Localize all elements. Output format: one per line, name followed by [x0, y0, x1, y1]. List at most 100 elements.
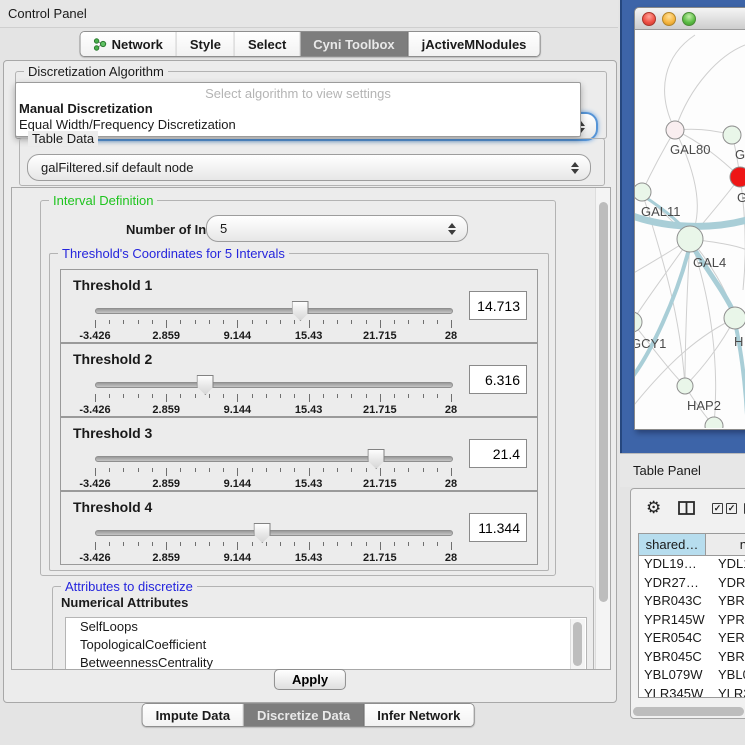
tick-mark [380, 468, 381, 476]
slider-track[interactable] [95, 530, 453, 536]
network-canvas[interactable]: GAL80GAGGAL11GAL4GCY1HHAP2 [635, 30, 745, 428]
tick-mark [423, 542, 424, 546]
table-row[interactable]: YBR045CYBR045C [639, 649, 745, 668]
dropdown-option-equal-width-frequency-discretization[interactable]: Equal Width/Frequency Discretization [19, 117, 236, 132]
network-node-label: GA [735, 147, 745, 162]
apply-button[interactable]: Apply [274, 669, 346, 690]
table-row[interactable]: YLR345WYLR345W [639, 686, 745, 699]
tick-mark [309, 394, 310, 402]
tick-mark [95, 320, 96, 328]
tick-mark [209, 542, 210, 546]
slider-thumb[interactable] [292, 301, 309, 321]
number-of-intervals-combobox[interactable]: 5 [206, 215, 468, 242]
checkbox-icon[interactable]: ✓ [726, 503, 737, 514]
tick-label: 9.144 [224, 552, 252, 564]
network-node-gal4[interactable] [677, 226, 703, 252]
tick-mark [95, 542, 96, 550]
network-node-gal11[interactable] [635, 183, 651, 201]
threshold-value-field[interactable] [469, 439, 527, 468]
checkbox-icon[interactable]: ✓ [712, 503, 723, 514]
threshold-slider[interactable]: -3.4262.8599.14415.4321.71528 [95, 303, 451, 335]
network-window-titlebar[interactable] [635, 8, 745, 30]
network-node-gal80[interactable] [666, 121, 684, 139]
numerical-attributes-list[interactable]: SelfLoopsTopologicalCoefficientBetweenne… [65, 617, 587, 670]
threshold-panel-1: Threshold 1-3.4262.8599.14415.4321.71528 [60, 269, 538, 343]
network-node-hap2[interactable] [677, 378, 693, 394]
attribute-item-topologicalcoefficient[interactable]: TopologicalCoefficient [66, 636, 586, 654]
tick-mark [109, 394, 110, 398]
column-header-name[interactable]: name [706, 534, 745, 555]
mac-close-button[interactable] [642, 12, 656, 26]
tick-mark [109, 468, 110, 472]
slider-thumb[interactable] [197, 375, 214, 395]
column-split-icon[interactable] [678, 501, 695, 515]
slider-track[interactable] [95, 308, 453, 314]
pane-scrollbar-thumb[interactable] [599, 202, 608, 602]
threshold-value-field[interactable] [469, 513, 527, 542]
tab-select[interactable]: Select [235, 32, 300, 56]
tick-mark [123, 320, 124, 324]
dropdown-option-manual-discretization[interactable]: Manual Discretization [19, 101, 153, 116]
threshold-slider[interactable]: -3.4262.8599.14415.4321.71528 [95, 525, 451, 557]
threshold-slider[interactable]: -3.4262.8599.14415.4321.71528 [95, 451, 451, 483]
network-node-label: GAL4 [693, 255, 726, 270]
network-edge[interactable] [635, 239, 690, 322]
network-node-h[interactable] [724, 307, 745, 329]
threshold-value-field[interactable] [469, 365, 527, 394]
tick-mark [223, 394, 224, 398]
mac-minimize-button[interactable] [662, 12, 676, 26]
tab-jactivemnodules[interactable]: jActiveMNodules [409, 32, 540, 56]
tab-infer-network[interactable]: Infer Network [364, 704, 473, 726]
tick-mark [195, 542, 196, 546]
network-edge[interactable] [642, 130, 675, 192]
algorithm-dropdown-popup: Select algorithm to view settings Manual… [15, 82, 581, 137]
tab-style[interactable]: Style [177, 32, 235, 56]
slider-thumb[interactable] [368, 449, 385, 469]
table-row[interactable]: YDR27…YDR27… [639, 575, 745, 594]
network-node-ga[interactable] [723, 126, 741, 144]
gear-icon[interactable]: ⚙ [646, 498, 661, 518]
tab-cyni-toolbox[interactable]: Cyni Toolbox [300, 32, 408, 56]
attribute-item-selfloops[interactable]: SelfLoops [66, 618, 586, 636]
mac-zoom-button[interactable] [682, 12, 696, 26]
slider-track[interactable] [95, 456, 453, 462]
column-header-shared[interactable]: shared… [639, 534, 706, 555]
app-root: Control Panel □ ✖ NetworkStyleSelectCyni… [0, 0, 745, 745]
threshold-label: Threshold 3 [73, 425, 152, 441]
tick-mark [323, 542, 324, 546]
network-edge[interactable] [665, 35, 695, 130]
tick-mark [123, 394, 124, 398]
network-node-gcy1[interactable] [635, 312, 642, 332]
slider-track[interactable] [95, 382, 453, 388]
table-row[interactable]: YBR043CYBR043C [639, 593, 745, 612]
tab-impute-data[interactable]: Impute Data [143, 704, 244, 726]
table-hscrollbar-track[interactable] [632, 706, 745, 716]
tick-label: -3.426 [79, 404, 110, 416]
table-row[interactable]: YDL19…YDL19… [639, 556, 745, 575]
pane-scrollbar-track[interactable] [595, 188, 610, 669]
network-node-g[interactable] [730, 167, 745, 187]
tab-network[interactable]: Network [81, 32, 177, 56]
network-window: GAL80GAGGAL11GAL4GCY1HHAP2 [634, 7, 745, 430]
table-row[interactable]: YBL079WYBL079W [639, 667, 745, 686]
list-scrollbar-thumb[interactable] [573, 622, 582, 666]
tick-mark [351, 542, 352, 546]
tick-mark [252, 320, 253, 324]
threshold-label: Threshold 4 [73, 499, 152, 515]
table-row[interactable]: YER054CYER054C [639, 630, 745, 649]
table-hscrollbar-thumb[interactable] [633, 707, 744, 716]
network-edge[interactable] [675, 45, 745, 130]
threshold-slider[interactable]: -3.4262.8599.14415.4321.71528 [95, 377, 451, 409]
threshold-value-field[interactable] [469, 291, 527, 320]
table-cell: YDR27… [639, 575, 710, 594]
table-data-combobox[interactable]: galFiltered.sif default node [27, 154, 591, 181]
slider-thumb[interactable] [254, 523, 271, 543]
tick-mark [380, 394, 381, 402]
table-row[interactable]: YPR145WYPR145W [639, 612, 745, 631]
attribute-item-betweennesscentrality[interactable]: BetweennessCentrality [66, 654, 586, 670]
tab-discretize-data[interactable]: Discretize Data [244, 704, 364, 726]
tick-label: 21.715 [363, 552, 397, 564]
network-edge[interactable] [685, 318, 735, 386]
tab-infer-network-label: Infer Network [377, 708, 460, 723]
list-scrollbar-track[interactable] [570, 619, 585, 670]
